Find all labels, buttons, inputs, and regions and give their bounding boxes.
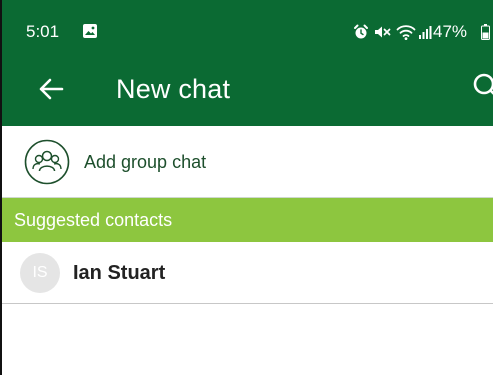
battery-percentage: 47%	[433, 22, 468, 41]
signal-icon	[419, 26, 432, 39]
search-icon[interactable]	[472, 72, 493, 102]
phone-screen: 5:01 47% New chat Add group chat Suggest…	[0, 0, 493, 375]
avatar: IS	[20, 253, 60, 293]
wifi-icon	[396, 25, 416, 40]
suggested-contacts-header: Suggested contacts	[2, 198, 493, 242]
alarm-icon	[354, 24, 368, 39]
app-bar: New chat	[2, 58, 493, 126]
battery-icon	[481, 24, 490, 40]
add-group-chat-label: Add group chat	[84, 152, 207, 172]
group-icon	[24, 139, 70, 185]
status-bar: 5:01 47%	[2, 0, 493, 58]
add-group-chat-button[interactable]: Add group chat	[2, 126, 493, 198]
section-header-label: Suggested contacts	[14, 210, 173, 230]
contact-name: Ian Stuart	[73, 262, 166, 284]
contact-list-item[interactable]: IS Ian Stuart	[2, 242, 493, 304]
mute-icon	[375, 26, 391, 38]
arrow-left-icon[interactable]	[38, 76, 64, 102]
status-time: 5:01	[26, 22, 60, 41]
page-title: New chat	[116, 74, 231, 104]
photo-icon	[83, 24, 97, 38]
